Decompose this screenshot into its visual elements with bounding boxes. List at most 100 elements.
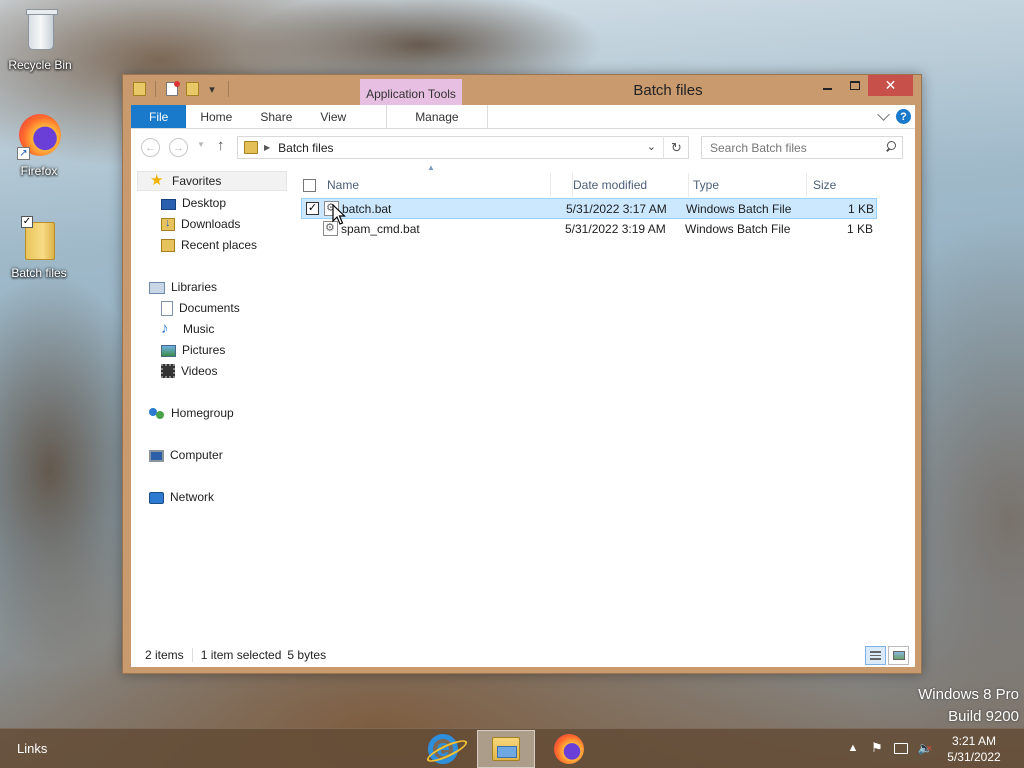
recycle-bin-icon: [18, 8, 62, 54]
quick-access-toolbar: ▾: [131, 81, 233, 97]
minimize-button[interactable]: [814, 75, 841, 96]
watermark-edition: Windows 8 Pro: [918, 686, 1019, 703]
breadcrumb-arrow-icon[interactable]: ▶: [264, 143, 270, 152]
tab-file[interactable]: File: [131, 105, 187, 128]
nav-label: Network: [170, 490, 215, 504]
nav-documents[interactable]: Documents: [161, 298, 240, 318]
recent-places-icon: [161, 238, 175, 252]
column-header-label: Name: [327, 178, 360, 192]
file-size: 1 KB: [847, 222, 874, 236]
nav-downloads[interactable]: Downloads: [161, 214, 240, 234]
details-view-button[interactable]: [865, 646, 886, 665]
mouse-cursor-icon: [332, 204, 346, 225]
column-header-type[interactable]: Type: [687, 173, 807, 197]
minimize-icon: [823, 87, 832, 90]
desktop-icon-batch-files[interactable]: ✓ Batch files: [1, 216, 77, 280]
nav-label: Favorites: [172, 174, 222, 188]
file-date: 5/31/2022 3:17 AM: [566, 202, 667, 216]
column-header-size[interactable]: Size: [807, 173, 887, 197]
column-header-date-modified[interactable]: Date modified: [567, 173, 689, 197]
breadcrumb[interactable]: Batch files: [278, 141, 333, 155]
file-name[interactable]: batch.bat: [342, 202, 391, 216]
file-explorer-icon: [492, 737, 520, 761]
desktop-icon-firefox[interactable]: ↗ Firefox: [1, 114, 77, 178]
nav-label: Music: [183, 322, 215, 336]
expand-ribbon-button[interactable]: [877, 108, 890, 121]
nav-libraries[interactable]: Libraries: [149, 277, 217, 297]
nav-favorites[interactable]: ★ Favorites: [137, 171, 287, 191]
nav-pictures[interactable]: Pictures: [161, 340, 225, 360]
desktop-icon-label: Firefox: [20, 164, 58, 178]
file-row-spam-cmd[interactable]: spam_cmd.bat 5/31/2022 3:19 AM Windows B…: [301, 219, 877, 240]
chevron-down-icon: [877, 108, 890, 121]
computer-icon: [149, 449, 164, 462]
nav-desktop[interactable]: Desktop: [161, 193, 226, 213]
file-size: 1 KB: [848, 202, 875, 216]
tab-home[interactable]: Home: [186, 105, 246, 128]
navigation-pane: ★ Favorites Desktop Downloads Recent pla…: [131, 165, 289, 643]
tab-share[interactable]: Share: [246, 105, 306, 128]
help-icon[interactable]: ?: [896, 109, 911, 124]
pictures-icon: [161, 345, 176, 357]
folder-icon: ✓: [17, 216, 61, 262]
column-header-label: Type: [693, 178, 720, 192]
folder-icon[interactable]: [131, 81, 147, 97]
forward-button[interactable]: →: [169, 138, 188, 157]
tab-manage[interactable]: Manage: [386, 105, 488, 128]
nav-label: Recent places: [181, 238, 258, 252]
nav-label: Libraries: [171, 280, 218, 294]
clock[interactable]: 3:21 AM 5/31/2022: [942, 733, 1006, 765]
close-button[interactable]: ✕: [868, 75, 913, 96]
title-bar[interactable]: ▾ Application Tools Batch files ✕: [123, 75, 921, 106]
nav-homegroup[interactable]: Homegroup: [149, 403, 234, 423]
recent-locations-dropdown[interactable]: ▼: [197, 140, 205, 149]
taskbar-firefox[interactable]: [540, 730, 598, 768]
taskbar-file-explorer[interactable]: [477, 730, 535, 768]
nav-network[interactable]: Network: [149, 487, 214, 507]
address-dropdown-icon[interactable]: ⌄: [647, 140, 656, 153]
nav-recent-places[interactable]: Recent places: [161, 235, 257, 255]
file-type: Windows Batch File: [685, 222, 791, 236]
system-tray: ▲ ⚑ 🔈: [846, 740, 933, 755]
address-bar[interactable]: ▶ Batch files ⌄: [237, 136, 689, 159]
downloads-icon: [161, 217, 175, 231]
up-button[interactable]: ↑: [217, 137, 225, 154]
checkbox-icon[interactable]: ✓: [21, 216, 33, 228]
maximize-button[interactable]: [841, 75, 868, 96]
customize-dropdown-icon[interactable]: ▾: [204, 81, 220, 97]
back-button[interactable]: ←: [141, 138, 160, 157]
nav-computer[interactable]: Computer: [149, 445, 223, 465]
search-input[interactable]: Search Batch files: [701, 136, 903, 159]
column-header-name[interactable]: Name: [311, 173, 573, 197]
back-arrow-icon: ←: [145, 141, 156, 154]
volume-muted-icon[interactable]: 🔈: [918, 741, 933, 755]
show-hidden-icons-button[interactable]: ▲: [846, 741, 860, 755]
action-center-flag-icon[interactable]: ⚑: [870, 740, 884, 755]
search-placeholder: Search Batch files: [710, 140, 807, 155]
links-toolbar[interactable]: Links: [17, 741, 47, 756]
properties-icon[interactable]: [164, 81, 180, 97]
nav-label: Downloads: [181, 217, 241, 231]
nav-videos[interactable]: Videos: [161, 361, 217, 381]
network-tray-icon[interactable]: [894, 741, 908, 755]
row-checkbox[interactable]: ✓: [306, 202, 319, 215]
file-row-batch[interactable]: ✓ batch.bat 5/31/2022 3:17 AM Windows Ba…: [301, 198, 877, 219]
refresh-button[interactable]: ↻: [663, 136, 689, 159]
firefox-icon: ↗: [17, 114, 61, 160]
tab-view[interactable]: View: [306, 105, 360, 128]
desktop-icon-recycle-bin[interactable]: Recycle Bin: [2, 8, 78, 72]
taskbar-internet-explorer[interactable]: e: [414, 730, 472, 768]
large-icons-view-button[interactable]: [888, 646, 909, 665]
os-watermark: Windows 8 Pro Build 9200: [918, 684, 1019, 728]
status-selection: 1 item selected: [200, 648, 282, 662]
nav-music[interactable]: ♪ Music: [161, 319, 214, 339]
search-icon[interactable]: [885, 141, 896, 152]
status-size: 5 bytes: [287, 648, 327, 662]
up-arrow-icon: ↑: [217, 137, 225, 154]
shortcut-arrow-icon: ↗: [17, 147, 30, 160]
taskbar: Links e ▲ ⚑ 🔈 3:21 AM 5/31/2022: [0, 728, 1024, 768]
file-name[interactable]: spam_cmd.bat: [341, 222, 420, 236]
window-title: Batch files: [633, 82, 703, 99]
new-folder-icon[interactable]: [184, 81, 200, 97]
status-bar: 2 items 1 item selected 5 bytes: [131, 643, 915, 667]
